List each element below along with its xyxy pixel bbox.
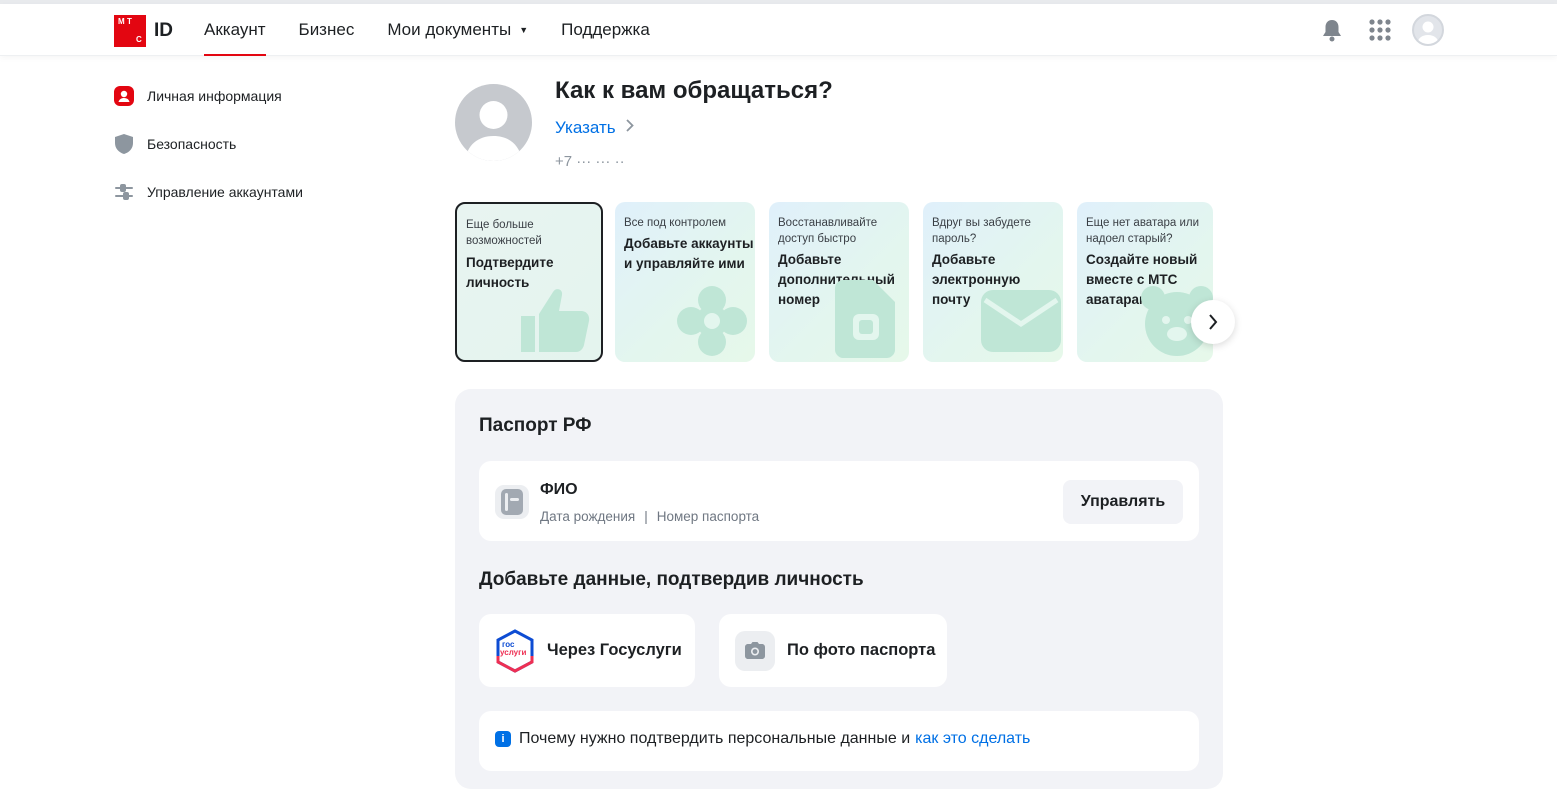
info-row: i Почему нужно подтвердить персональные … (495, 730, 1030, 748)
sidebar-item-label: Безопасность (147, 136, 237, 152)
apps-grid-icon[interactable] (1364, 14, 1396, 46)
specify-name-label: Указать (555, 118, 616, 137)
info-text: Почему нужно подтвердить персональные да… (519, 730, 911, 747)
nav-tab-account[interactable]: Аккаунт (204, 4, 266, 56)
logo-letter-t: Т (127, 17, 132, 26)
nav-tab-business[interactable]: Бизнес (299, 4, 355, 56)
user-avatar-button[interactable] (1412, 14, 1444, 46)
chevron-right-icon (626, 119, 634, 137)
nav-tab-support-label: Поддержка (561, 20, 650, 39)
nav-tab-business-label: Бизнес (298, 20, 355, 39)
mts-id-logo[interactable]: М Т С ID (114, 15, 173, 47)
thumbs-up-icon (521, 289, 590, 352)
passport-number-label: Номер паспорта (656, 509, 760, 524)
document-icon (495, 485, 529, 519)
separator: | (644, 509, 648, 524)
top-header: М Т С ID Аккаунт Бизнес Мои документы ▼ … (0, 4, 1557, 56)
passport-title: Паспорт РФ (479, 415, 592, 436)
logo-letter-m: М (118, 17, 125, 26)
mts-logo-box: М Т С (114, 15, 146, 47)
verify-via-gosuslugi-button[interactable]: гос услуги Через Госуслуги (479, 614, 695, 687)
add-data-title: Добавьте данные, подтвердив личность (479, 569, 864, 590)
promo-card-caption: Все под контролем (624, 217, 727, 229)
manage-button[interactable]: Управлять (1063, 480, 1183, 524)
carousel-next-button[interactable] (1191, 300, 1235, 344)
promo-card-add-number[interactable]: Восстанавливайте доступ быстро Добавьте … (769, 202, 909, 362)
envelope-icon (981, 290, 1061, 352)
sliders-icon (114, 182, 134, 202)
how-to-link[interactable]: как это сделать (915, 730, 1030, 748)
profile-greeting: Как к вам обращаться? (555, 77, 833, 104)
info-card: i Почему нужно подтвердить персональные … (479, 711, 1199, 771)
shield-icon (114, 134, 134, 154)
fio-card: ФИО Дата рождения | Номер паспорта Управля… (479, 461, 1199, 541)
header-actions (1300, 14, 1444, 46)
logo-id-text: ID (154, 20, 173, 41)
caret-down-icon: ▼ (519, 25, 529, 35)
verify-via-passport-photo-button[interactable]: По фото паспорта (719, 614, 947, 687)
gosuslugi-icon: гос услуги (495, 628, 535, 673)
passport-panel: Паспорт РФ ФИО Дата рождения | Номер паспо… (455, 389, 1223, 789)
profile-avatar[interactable] (455, 84, 532, 161)
passport-photo-label: По фото паспорта (787, 641, 936, 659)
specify-name-link[interactable]: Указать (555, 118, 634, 138)
promo-card-title: Добавьте аккаунты и управляйте ими (624, 236, 754, 271)
nav-tab-support[interactable]: Поддержка (561, 4, 650, 56)
promo-card-avatars[interactable]: Еще нет аватара или надоел старый? Созда… (1077, 202, 1213, 362)
promo-card-add-email[interactable]: Вдруг вы забудете пароль? Добавьте элект… (923, 202, 1063, 362)
logo-letter-s: С (136, 35, 142, 44)
info-icon: i (495, 731, 511, 747)
sim-card-icon (835, 280, 895, 358)
sidebar-item-security[interactable]: Безопасность (114, 132, 303, 156)
nav-tab-account-label: Аккаунт (204, 20, 266, 39)
nav-tab-my-documents-label: Мои документы (387, 20, 512, 39)
nav-tab-my-documents[interactable]: Мои документы ▼ (387, 4, 528, 56)
sidebar-item-personal-info[interactable]: Личная информация (114, 84, 303, 108)
gosuslugi-icon-text-bottom: услуги (500, 647, 527, 657)
promo-card-caption: Вдруг вы забудете пароль? (932, 217, 1031, 245)
promo-cards-carousel: Еще больше возможностей Подтвердите личн… (455, 202, 1215, 364)
promo-card-verify-identity[interactable]: Еще больше возможностей Подтвердите личн… (455, 202, 603, 362)
birth-date-label: Дата рождения (540, 509, 636, 524)
sidebar-item-account-management[interactable]: Управление аккаунтами (114, 180, 303, 204)
fio-title: ФИО (540, 481, 578, 498)
profile-phone: +7 ··· ··· ·· (555, 153, 625, 170)
sidebar: Личная информация Безопасность Управлени… (114, 84, 303, 228)
gosuslugi-label: Через Госуслуги (547, 641, 682, 659)
sidebar-item-label: Личная информация (147, 88, 282, 104)
camera-icon (735, 630, 775, 671)
avatar (1412, 14, 1444, 46)
flower-icon (677, 286, 747, 356)
promo-card-caption: Еще больше возможностей (466, 219, 542, 247)
sidebar-item-label: Управление аккаунтами (147, 184, 303, 200)
chevron-right-icon (1209, 314, 1218, 330)
person-icon (114, 86, 134, 106)
promo-card-add-accounts[interactable]: Все под контролем Добавьте аккаунты и уп… (615, 202, 755, 362)
fio-subtitle: Дата рождения | Номер паспорта (540, 509, 759, 524)
promo-card-caption: Восстанавливайте доступ быстро (778, 217, 878, 245)
promo-card-caption: Еще нет аватара или надоел старый? (1086, 217, 1200, 245)
main-nav: Аккаунт Бизнес Мои документы ▼ Поддержка (204, 4, 683, 56)
bell-icon[interactable] (1316, 14, 1348, 46)
